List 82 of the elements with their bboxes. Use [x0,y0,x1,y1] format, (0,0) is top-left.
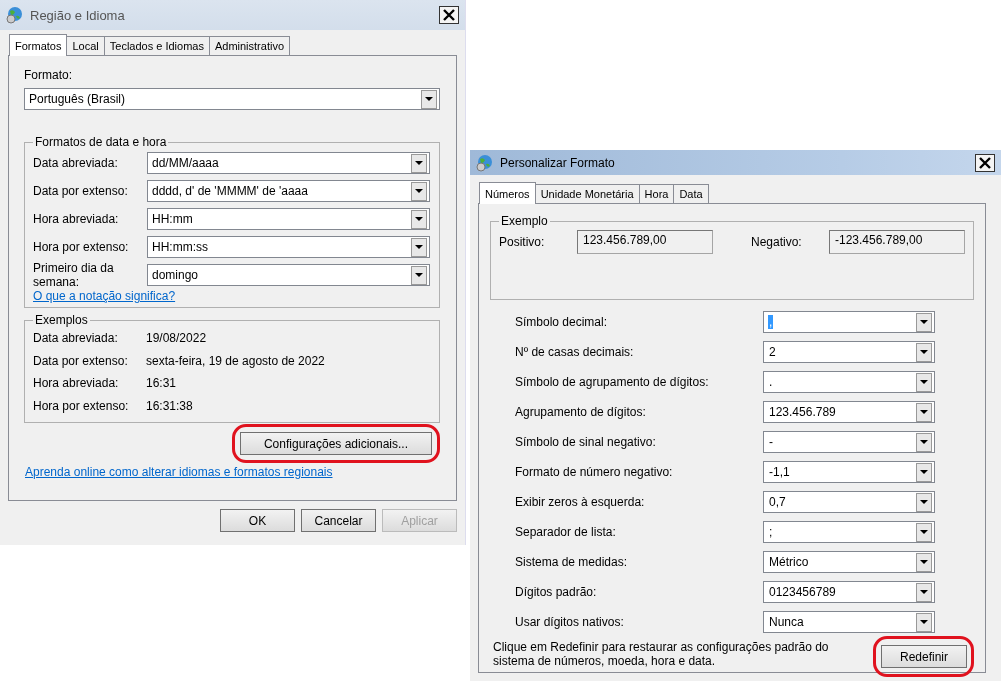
caret-icon [920,500,928,504]
setting-dropdown[interactable]: 0,7 [763,491,935,513]
caret-icon [920,320,928,324]
caret-icon [415,161,423,165]
format-dropdown[interactable]: dddd, d' de 'MMMM' de 'aaaa [147,180,430,202]
field-label: Data abreviada: [33,331,119,346]
caret-icon [920,410,928,414]
example-value: 16:31 [146,376,177,391]
globe-icon [476,153,494,172]
format-dropdown[interactable]: HH:mm [147,208,430,230]
setting-dropdown[interactable]: 2 [763,341,935,363]
reset-button[interactable]: Redefinir [881,645,967,668]
example-value-field: 123.456.789,00 [577,230,713,254]
group-title: Formatos de data e hora [34,135,168,149]
window-title: Personalizar Formato [500,155,616,170]
field-label: Hora abreviada: [33,212,120,226]
help-link[interactable]: O que a notação significa? [33,289,176,303]
caret-icon [920,350,928,354]
tab[interactable]: Data [673,184,709,203]
setting-label: Formato de número negativo: [515,465,674,479]
setting-label: Símbolo decimal: [515,315,609,329]
setting-label: Agrupamento de dígitos: [515,405,647,419]
setting-label: Exibir zeros à esquerda: [515,495,646,509]
setting-dropdown[interactable]: - [763,431,935,453]
window-title: Região e Idioma [30,7,126,23]
setting-dropdown[interactable]: ; [763,521,935,543]
reset-note: Clique em Redefinir para restaurar as configurações padrão do sistema de números, moeda, hora e data. [493,640,830,668]
setting-dropdown[interactable]: 123.456.789 [763,401,935,423]
field-label: Data por extenso: [33,184,129,198]
setting-dropdown[interactable]: Métrico [763,551,935,573]
caret-icon [415,189,423,193]
example-value: sexta-feira, 19 de agosto de 2022 [146,353,325,368]
setting-label: Símbolo de agrupamento de dígitos: [515,375,710,389]
example-value: 16:31:38 [146,398,193,413]
caret-icon [920,590,928,594]
caret-icon [920,530,928,534]
setting-dropdown[interactable]: . [763,371,935,393]
field-label: Hora abreviada: [33,376,120,391]
format-dropdown[interactable]: HH:mm:ss [147,236,430,258]
format-dropdown[interactable]: dd/MM/aaaa [147,152,430,174]
online-help-link[interactable]: Aprenda online como alterar idiomas e formatos regionais [25,465,440,479]
group-title: Exemplos [34,313,89,327]
format-dropdown[interactable]: domingo [147,264,430,286]
additional-settings-button[interactable]: Configurações adicionais... [240,432,432,455]
format-label: Formato: [24,68,73,82]
close-button[interactable] [975,153,995,172]
field-label: Primeiro dia da semana: [33,261,115,289]
caret-icon [920,470,928,474]
caret-icon [415,273,423,277]
caret-icon [415,245,423,249]
caret-icon [920,440,928,444]
caret-icon [920,620,928,624]
dialog-button[interactable]: OK [220,509,295,532]
example-value-field: -123.456.789,00 [829,230,965,254]
group-title: Exemplo [500,214,549,228]
dialog-button[interactable]: Cancelar [301,509,376,532]
field-label: Positivo: [499,235,546,249]
close-button[interactable] [439,6,459,24]
field-label: Hora por extenso: [33,240,130,254]
setting-dropdown[interactable]: Nunca [763,611,935,633]
tab[interactable]: Números [479,182,536,204]
setting-label: Sistema de medidas: [515,555,629,569]
setting-dropdown[interactable]: -1,1 [763,461,935,483]
example-value: 19/08/2022 [146,331,207,346]
setting-label: Nº de casas decimais: [515,345,635,359]
format-dropdown[interactable]: Português (Brasil) [24,88,440,110]
setting-label: Dígitos padrão: [515,585,598,599]
setting-label: Usar dígitos nativos: [515,615,625,629]
tab[interactable]: Administrativo [208,36,290,55]
tab[interactable]: Formatos [9,34,68,56]
caret-icon [920,560,928,564]
setting-label: Separador de lista: [515,525,617,539]
caret-icon [415,217,423,221]
setting-label: Símbolo de sinal negativo: [515,435,657,449]
setting-dropdown[interactable]: 0123456789 [763,581,935,603]
field-label: Data abreviada: [33,156,119,170]
field-label: Data por extenso: [33,353,129,368]
caret-icon [920,380,928,384]
globe-icon [6,6,24,24]
field-label: Negativo: [751,235,803,249]
caret-icon [425,97,433,101]
field-label: Hora por extenso: [33,398,130,413]
